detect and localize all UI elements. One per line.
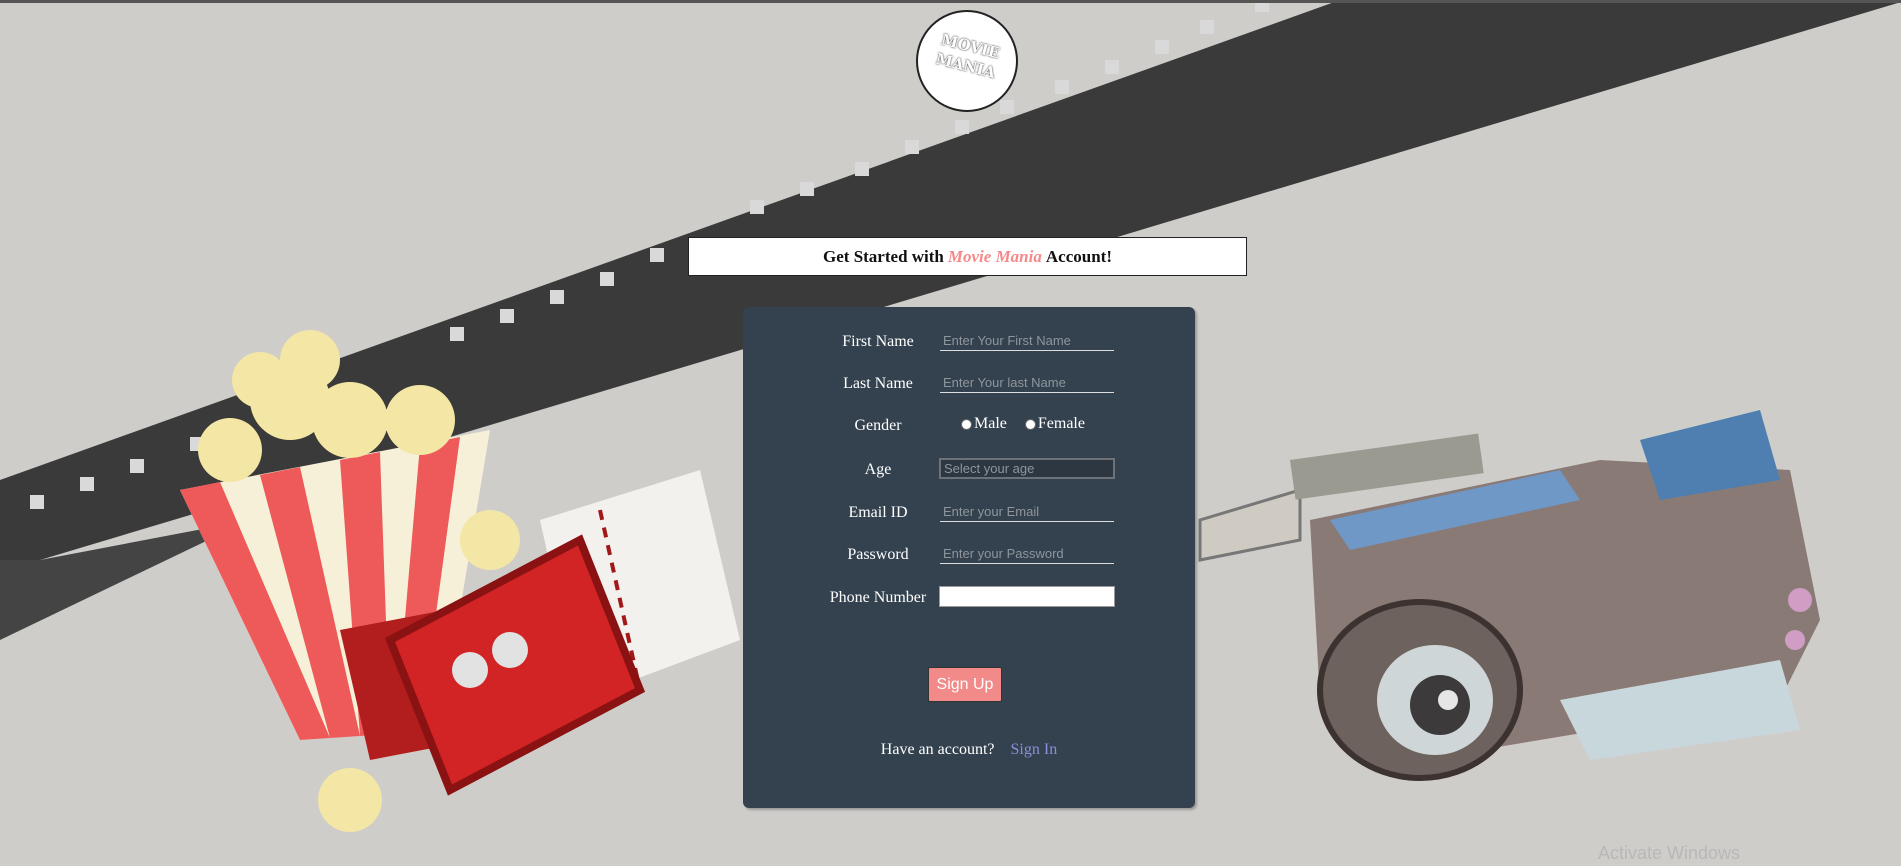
logo-text: MOVIE MANIA	[924, 27, 1011, 85]
signin-prompt: Have an account? Sign In	[743, 741, 1195, 759]
age-label: Age	[864, 461, 892, 478]
password-input[interactable]	[940, 543, 1114, 564]
email-row: Email ID	[743, 500, 1195, 526]
last-name-label: Last Name	[843, 375, 913, 392]
last-name-row: Last Name	[743, 371, 1195, 397]
gender-male-label[interactable]: Male	[974, 415, 1007, 433]
first-name-input[interactable]	[940, 330, 1114, 351]
gender-label: Gender	[854, 417, 902, 434]
sign-in-link[interactable]: Sign In	[1011, 741, 1058, 758]
first-name-row: First Name	[743, 329, 1195, 355]
sign-up-button[interactable]: Sign Up	[928, 667, 1002, 702]
gender-male-radio[interactable]	[961, 418, 972, 430]
gender-female-label[interactable]: Female	[1038, 415, 1085, 433]
password-row: Password	[743, 542, 1195, 568]
phone-label: Phone Number	[829, 589, 927, 606]
phone-row: Phone Number	[743, 585, 1195, 611]
title-suffix: Account!	[1045, 246, 1112, 266]
activate-windows-watermark: Activate Windows	[1598, 843, 1741, 863]
title-brand: Movie Mania	[947, 246, 1042, 266]
phone-input[interactable]	[939, 586, 1115, 607]
password-label: Password	[847, 546, 909, 563]
last-name-input[interactable]	[940, 372, 1114, 393]
movie-mania-logo[interactable]: MOVIE MANIA	[916, 10, 1018, 112]
age-row: Age	[743, 457, 1195, 483]
gender-row: Gender Male Female	[743, 413, 1195, 439]
have-account-text: Have an account?	[880, 741, 995, 758]
gender-female-radio[interactable]	[1024, 418, 1036, 430]
gender-radio-group: Male Female	[961, 415, 1103, 433]
signup-form: First Name Last Name Gender Male Female …	[743, 307, 1195, 808]
top-bar	[0, 0, 1901, 3]
first-name-label: First Name	[842, 333, 914, 350]
age-input[interactable]	[939, 458, 1115, 479]
page-title: Get Started with Movie Mania Account!	[688, 237, 1247, 276]
email-input[interactable]	[940, 501, 1114, 522]
email-label: Email ID	[848, 504, 908, 521]
title-prefix: Get Started with	[823, 246, 944, 266]
